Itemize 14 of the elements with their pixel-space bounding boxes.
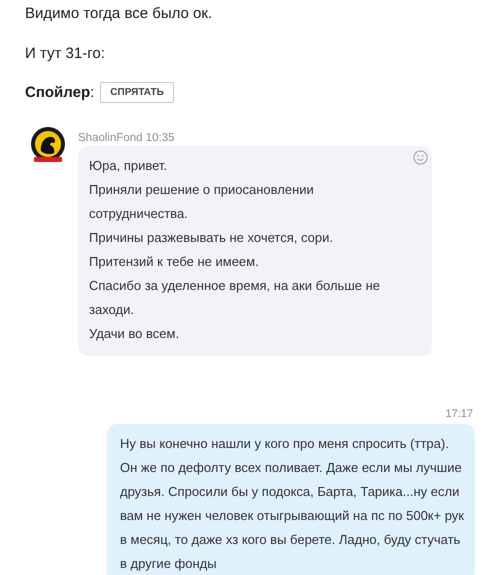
author-time: ShaolinFond 10:35 (78, 131, 176, 145)
message-line: Притензий к тебе не имеем. (89, 253, 260, 271)
message-line: Причины разжевывать не хочется, сори. (89, 229, 334, 247)
emoji-icon[interactable] (413, 150, 428, 165)
message-line: Спасибо за уделенное время, на аки больше не заходи. (89, 277, 382, 319)
message-text: Видимо тогда все было ок. (25, 4, 214, 24)
outgoing-message: Ну вы конечно нашли у кого про меня спросить (ттра). Он же по дефолту всех поливает. Даже если мы лучшие друзья. Спросили бы у подокса, Барта, Тарика...ну если вам не нужен человек отыгрывающий на пс по 500к+ рук в месяц, то даже хз кого вы берете. Ладно, буду стучать в другие фонды (107, 424, 475, 575)
message-time: 17:17 (445, 408, 473, 420)
message-line: Приняли решение о приосановлении сотрудничества. (89, 181, 315, 223)
message-line: Удачи во всем. (89, 325, 180, 343)
spoiler-label: Спойлер: (25, 84, 94, 101)
message-text: И тут 31-го: (25, 44, 106, 64)
hide-button[interactable]: СПРЯТАТЬ (100, 82, 174, 103)
message-line: Юра, привет. (89, 157, 168, 175)
